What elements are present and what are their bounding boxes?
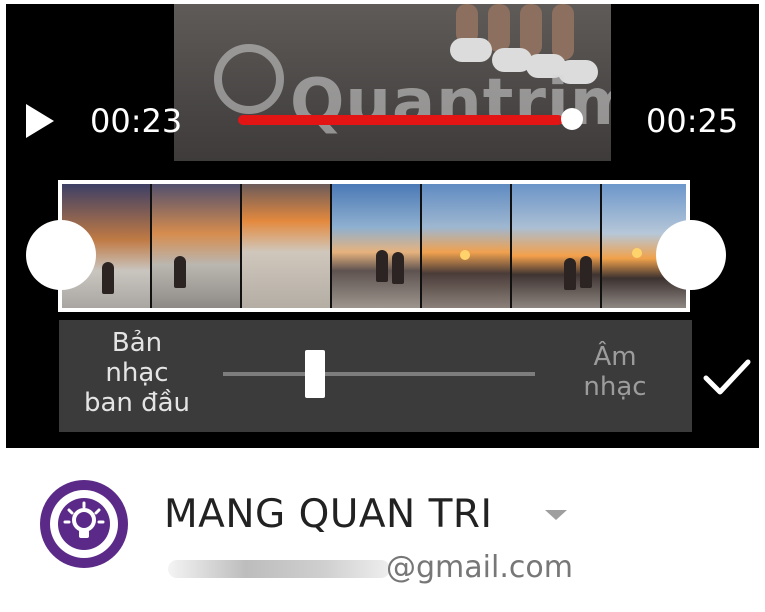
email-domain: @gmail.com bbox=[386, 550, 573, 585]
preview-leg bbox=[488, 4, 510, 52]
music-label-line: nhạc bbox=[583, 372, 647, 402]
original-audio-label-line: ban đầu bbox=[83, 388, 191, 418]
avatar bbox=[40, 480, 128, 568]
current-time: 00:23 bbox=[90, 102, 183, 140]
original-audio-label-line: nhạc bbox=[105, 358, 169, 388]
app-frame: Quantrimang 00:23 00:25 bbox=[6, 4, 759, 608]
seek-bar[interactable] bbox=[238, 115, 563, 125]
watermark-logo-icon bbox=[214, 44, 284, 114]
thumb-figure bbox=[580, 256, 592, 288]
video-editor: Quantrimang 00:23 00:25 bbox=[6, 4, 759, 448]
check-icon[interactable] bbox=[700, 354, 754, 400]
trim-end-handle[interactable] bbox=[656, 220, 726, 290]
filmstrip-thumbnail bbox=[512, 184, 602, 308]
filmstrip-thumbnail bbox=[152, 184, 242, 308]
filmstrip-thumbnail bbox=[242, 184, 332, 308]
audio-mix-slider-thumb[interactable] bbox=[305, 350, 325, 398]
filmstrip-thumbnail bbox=[332, 184, 422, 308]
email-username-redacted bbox=[168, 560, 390, 578]
thumb-figure bbox=[174, 256, 186, 288]
account-name: MANG QUAN TRI bbox=[164, 492, 493, 537]
end-time: 00:25 bbox=[646, 102, 739, 140]
trim-start-handle[interactable] bbox=[26, 220, 96, 290]
thumb-figure bbox=[102, 262, 114, 294]
preview-shoe bbox=[450, 38, 492, 62]
thumb-figure bbox=[392, 252, 404, 284]
thumb-sun bbox=[460, 250, 470, 260]
seek-handle[interactable] bbox=[561, 108, 583, 130]
audio-mix-panel: Bản nhạc ban đầu Âm nhạc bbox=[59, 320, 692, 432]
original-audio-label: Bản nhạc ban đầu bbox=[67, 328, 207, 418]
thumb-sun bbox=[632, 248, 642, 258]
check-icon-graphic bbox=[703, 359, 751, 395]
audio-mix-slider[interactable] bbox=[223, 372, 535, 376]
music-label-line: Âm bbox=[593, 342, 637, 372]
account-selector[interactable]: MANG QUAN TRI @gmail.com bbox=[6, 448, 759, 608]
video-preview[interactable]: Quantrimang bbox=[174, 4, 611, 161]
filmstrip-thumbnail bbox=[422, 184, 512, 308]
watermark-text: Quantrimang bbox=[290, 66, 611, 140]
preview-leg bbox=[552, 4, 574, 60]
lightbulb-icon-graphic bbox=[63, 501, 105, 538]
trim-filmstrip[interactable] bbox=[58, 180, 690, 312]
chevron-down-icon[interactable] bbox=[545, 510, 567, 520]
original-audio-label-line: Bản bbox=[111, 328, 163, 358]
avatar-ring bbox=[50, 490, 118, 558]
play-icon[interactable] bbox=[26, 104, 54, 138]
thumb-figure bbox=[564, 258, 576, 290]
music-label: Âm nhạc bbox=[559, 342, 671, 402]
lightbulb-logo-icon bbox=[58, 498, 110, 550]
thumb-figure bbox=[376, 250, 388, 282]
